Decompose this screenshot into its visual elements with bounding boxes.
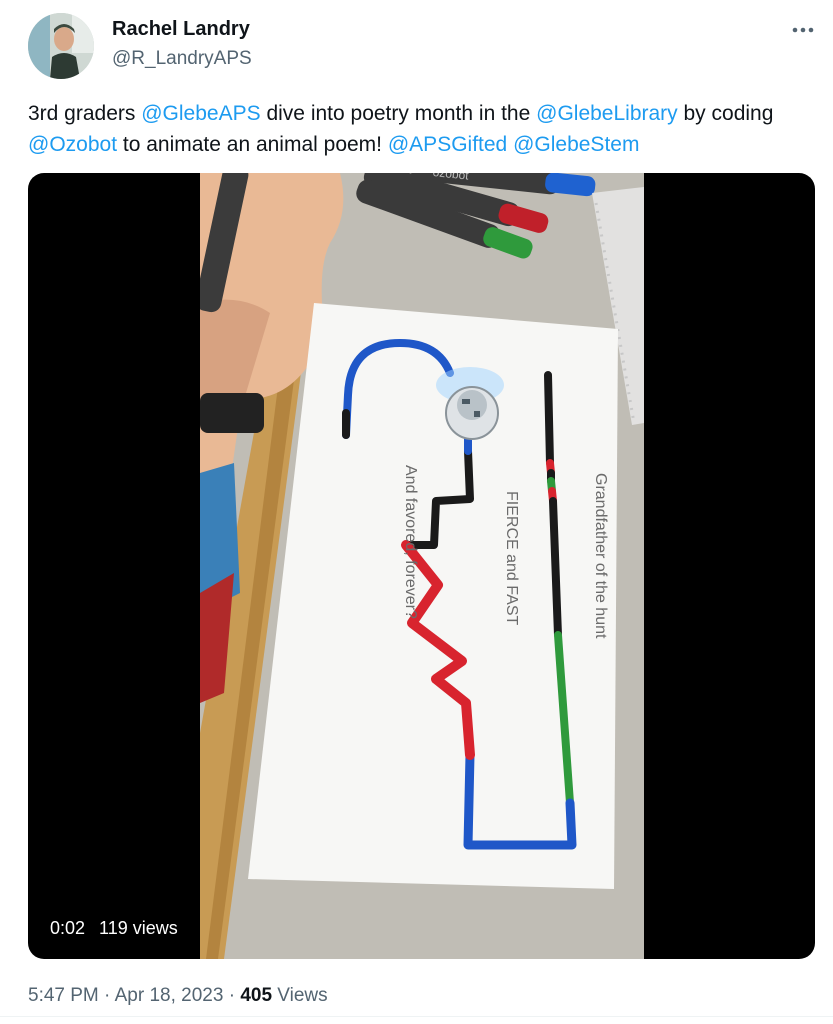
separator: · [223, 985, 241, 1006]
mention-link[interactable]: @APSGifted [388, 133, 507, 156]
video-frame: ozobot Grandfather of the hunt FIERCE an… [200, 173, 644, 959]
views-count: 405 [240, 985, 273, 1006]
more-button[interactable] [790, 18, 816, 42]
poem-line-3: And favored, forever? [402, 465, 419, 619]
poem-line-2: FIERCE and FAST [503, 491, 520, 625]
mention-link[interactable]: @GlebeLibrary [536, 102, 678, 125]
tweet-text-segment: dive into poetry month in the [260, 102, 537, 125]
separator: · [98, 985, 115, 1006]
divider [0, 1016, 833, 1017]
poem-line-1: Grandfather of the hunt [592, 473, 609, 639]
mention-link[interactable]: @GlebeStem [513, 133, 639, 156]
tweet-text-segment: by coding [677, 102, 774, 125]
tweet-text-segment: to animate an animal poem! [117, 133, 388, 156]
tweet-footer: 5:47 PM · Apr 18, 2023 · 405 Views [28, 985, 328, 1007]
mention-link[interactable]: @GlebeAPS [141, 102, 260, 125]
mention-link[interactable]: @Ozobot [28, 133, 117, 156]
author-handle[interactable]: @R_LandryAPS [112, 48, 252, 70]
author-name[interactable]: Rachel Landry [112, 18, 250, 41]
video-player[interactable]: ozobot Grandfather of the hunt FIERCE an… [28, 173, 815, 959]
tweet-text: 3rd graders @GlebeAPS dive into poetry m… [28, 98, 818, 160]
video-meta: 0:02 119 views [50, 918, 178, 939]
avatar[interactable] [28, 13, 94, 79]
tweet-text-segment: 3rd graders [28, 102, 142, 125]
video-time: 0:02 [50, 918, 86, 938]
post-time[interactable]: 5:47 PM [28, 985, 99, 1006]
views-label: Views [277, 985, 328, 1006]
more-icon [792, 27, 814, 33]
video-views: 119 views [99, 918, 178, 938]
post-date[interactable]: Apr 18, 2023 [115, 985, 224, 1006]
